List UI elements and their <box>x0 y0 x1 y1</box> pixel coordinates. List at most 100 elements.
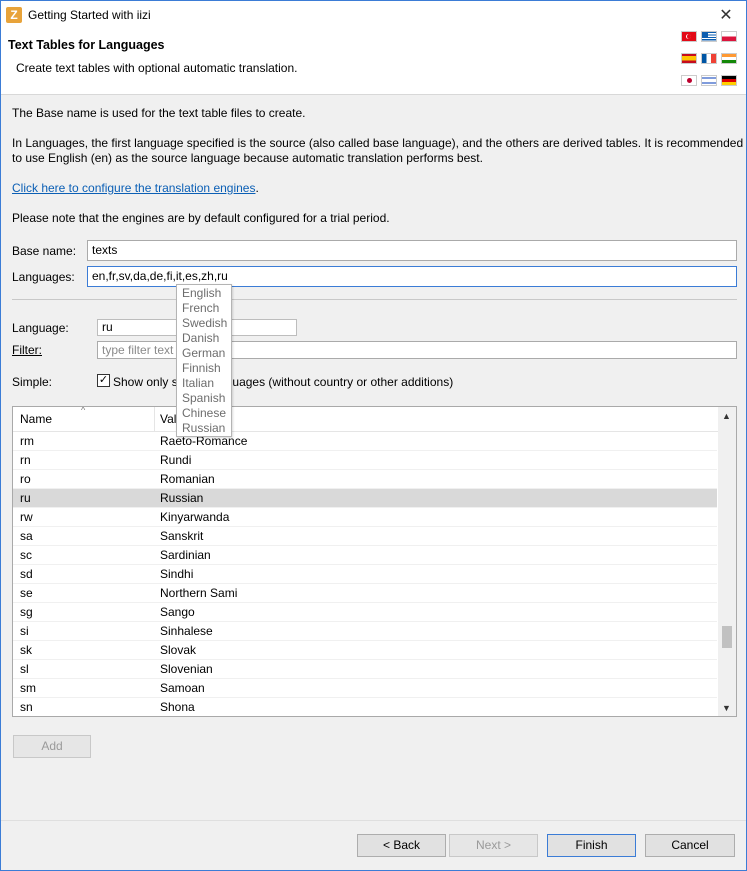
table-row[interactable]: sk Slovak <box>13 641 717 660</box>
cell-name: sc <box>20 548 32 562</box>
table-row[interactable]: se Northern Sami <box>13 584 717 603</box>
next-button[interactable]: Next > <box>449 834 538 857</box>
languages-table: Name ^ Value rm Raeto-Romance rn Rundi ro Rom… <box>12 406 737 717</box>
add-button[interactable]: Add <box>13 735 91 758</box>
scroll-up-icon[interactable]: ▲ <box>722 411 731 421</box>
cell-name: sm <box>20 681 36 695</box>
scroll-thumb[interactable] <box>722 626 732 648</box>
table-row[interactable]: si Sinhalese <box>13 622 717 641</box>
scroll-down-icon[interactable]: ▼ <box>722 703 731 713</box>
configure-engines-link[interactable]: Click here to configure the translation … <box>12 181 255 195</box>
filter-label: Filter: <box>12 343 42 357</box>
table-row[interactable]: rm Raeto-Romance <box>13 432 717 451</box>
table-row[interactable]: ro Romanian <box>13 470 717 489</box>
cell-value: Sinhalese <box>160 624 213 638</box>
cell-value: Romanian <box>160 472 215 486</box>
cell-name: rw <box>20 510 33 524</box>
table-row[interactable]: sa Sanskrit <box>13 527 717 546</box>
config-link-row: Click here to configure the translation … <box>12 181 259 195</box>
separator <box>12 299 737 300</box>
table-row[interactable]: sc Sardinian <box>13 546 717 565</box>
india-flag-icon <box>721 53 737 64</box>
autocomplete-item[interactable]: Swedish <box>177 316 231 331</box>
table-row[interactable]: rn Rundi <box>13 451 717 470</box>
cell-value: Shona <box>160 700 195 714</box>
france-flag-icon <box>701 53 717 64</box>
cell-name: si <box>20 624 29 638</box>
base-name-label: Base name: <box>12 244 77 258</box>
page-title: Text Tables for Languages <box>8 38 165 52</box>
footer-separator <box>1 820 746 821</box>
cell-value: Rundi <box>160 453 192 467</box>
cell-name: se <box>20 586 33 600</box>
cell-value: Sardinian <box>160 548 211 562</box>
table-row[interactable]: sg Sango <box>13 603 717 622</box>
cell-value: Slovenian <box>160 662 213 676</box>
simple-checkbox[interactable]: ✓ <box>97 374 110 387</box>
table-row[interactable]: sm Samoan <box>13 679 717 698</box>
intro-text-2: In Languages, the first language specifi… <box>12 136 744 150</box>
table-row[interactable]: sn Shona <box>13 698 717 716</box>
close-icon[interactable]: ✕ <box>716 5 736 25</box>
cell-name: sd <box>20 567 33 581</box>
table-row[interactable]: sl Slovenian <box>13 660 717 679</box>
table-row[interactable]: ru Russian <box>13 489 717 508</box>
japan-flag-icon <box>681 75 697 86</box>
cell-value: Sanskrit <box>160 529 204 543</box>
autocomplete-item[interactable]: Finnish <box>177 361 231 376</box>
filter-placeholder: type filter text <box>102 343 174 357</box>
cell-name: ro <box>20 472 31 486</box>
cell-name: sa <box>20 529 33 543</box>
column-header-name[interactable]: Name <box>20 407 52 432</box>
base-name-field[interactable]: texts <box>87 240 737 261</box>
vertical-scrollbar[interactable]: ▲ ▼ <box>718 407 736 716</box>
autocomplete-item[interactable]: Spanish <box>177 391 231 406</box>
table-row[interactable]: sd Sindhi <box>13 565 717 584</box>
cell-name: ru <box>20 491 31 505</box>
cell-value: Slovak <box>160 643 197 657</box>
table-header: Name ^ Value <box>13 407 719 432</box>
cell-name: sk <box>20 643 32 657</box>
autocomplete-list: English French Swedish Danish German Finnish I… <box>177 285 231 436</box>
cell-name: rn <box>20 453 31 467</box>
spain-flag-icon <box>681 53 697 64</box>
wizard-banner: Text Tables for Languages Create text ta… <box>1 29 746 95</box>
simple-checkbox-label[interactable]: Show only simple languages (without coun… <box>113 375 453 389</box>
autocomplete-item[interactable]: Danish <box>177 331 231 346</box>
languages-label: Languages: <box>12 270 75 284</box>
trial-note: Please note that the engines are by defa… <box>12 211 390 225</box>
cell-value: Samoan <box>160 681 205 695</box>
poland-flag-icon <box>721 31 737 42</box>
simple-label: Simple: <box>12 375 53 389</box>
cell-value: Sindhi <box>160 567 194 581</box>
column-divider[interactable] <box>154 407 155 432</box>
sort-ascending-icon: ^ <box>81 406 86 415</box>
autocomplete-item[interactable]: Chinese <box>177 406 231 421</box>
cell-value: Sango <box>160 605 195 619</box>
language-autocomplete-popup: English French Swedish Danish German Finnish I… <box>176 284 232 437</box>
autocomplete-item[interactable]: French <box>177 301 231 316</box>
intro-text-3: to use English (en) as the source langua… <box>12 151 483 165</box>
cell-name: sg <box>20 605 33 619</box>
autocomplete-item[interactable]: German <box>177 346 231 361</box>
window-title: Getting Started with iizi <box>28 8 151 22</box>
table-row[interactable]: rw Kinyarwanda <box>13 508 717 527</box>
page-subtitle: Create text tables with optional automat… <box>16 61 298 75</box>
israel-flag-icon <box>701 75 717 86</box>
link-suffix: . <box>255 181 259 195</box>
intro-text-1: The Base name is used for the text table… <box>12 106 306 120</box>
cell-name: rm <box>20 434 34 448</box>
finish-button[interactable]: Finish <box>547 834 636 857</box>
cell-value: Northern Sami <box>160 586 238 600</box>
autocomplete-item[interactable]: Russian <box>177 421 231 436</box>
autocomplete-item[interactable]: English <box>177 286 231 301</box>
dialog-window: Z Getting Started with iizi ✕ Text Table… <box>0 0 747 871</box>
flags-image <box>681 31 737 89</box>
cell-name: sl <box>20 662 29 676</box>
language-label: Language: <box>12 321 69 335</box>
back-button[interactable]: < Back <box>357 834 446 857</box>
iizi-app-icon: Z <box>6 7 22 23</box>
autocomplete-item[interactable]: Italian <box>177 376 231 391</box>
cancel-button[interactable]: Cancel <box>645 834 735 857</box>
germany-flag-icon <box>721 75 737 86</box>
